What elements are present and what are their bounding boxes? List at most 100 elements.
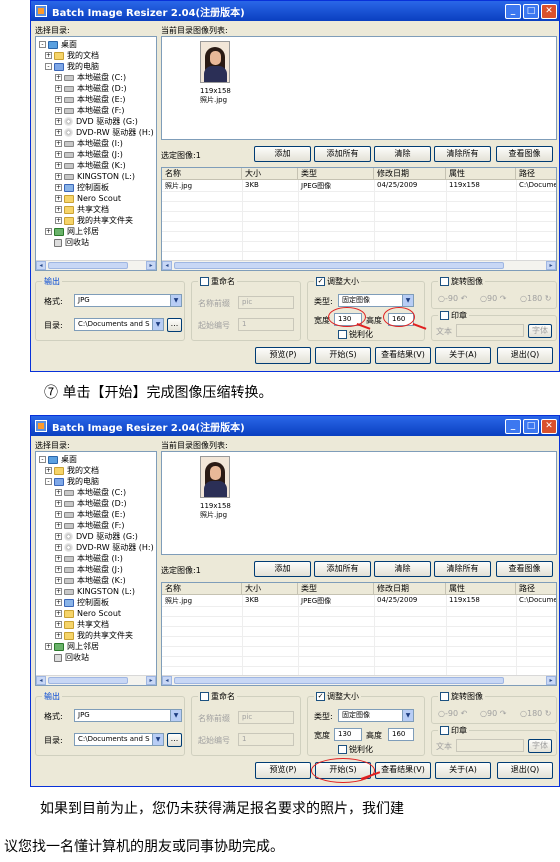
exit-button[interactable]: 退出(Q) [497, 347, 553, 364]
tree-item[interactable]: + 控制面板 [39, 182, 153, 193]
tree-item[interactable]: + Nero Scout [39, 608, 153, 619]
scroll-right-arrow[interactable]: ▸ [546, 676, 556, 685]
maximize-button[interactable]: □ [523, 3, 539, 19]
scroll-right-arrow[interactable]: ▸ [146, 676, 156, 685]
font-button[interactable]: 字体 [528, 324, 552, 338]
column-header[interactable]: 属性 [446, 583, 516, 595]
tree-hscrollbar[interactable]: ◂ ▸ [36, 260, 156, 270]
minimize-button[interactable]: _ [505, 418, 521, 434]
stamp-title[interactable]: 印章 [438, 725, 469, 736]
tree-item[interactable]: + 我的共享文件夹 [39, 215, 153, 226]
tree-item[interactable]: + 本地磁盘 (F:) [39, 105, 153, 116]
rotate-option-1[interactable]: ○-90 ↶ [438, 294, 467, 303]
tree-item[interactable]: 回收站 [39, 652, 153, 663]
close-button[interactable]: ✕ [541, 418, 557, 434]
thumbnail-photo[interactable] [200, 456, 230, 498]
tree-item[interactable]: - 桌面 [39, 39, 153, 50]
resize-checkbox[interactable]: ✓ [316, 692, 325, 701]
rotate-option-2[interactable]: ○90 ↷ [480, 709, 506, 718]
folder-tree[interactable]: - 桌面 + 我的文档 - 我的电脑 + 本地磁盘 (C:) + 本地磁盘 (D:) + 本… [35, 451, 157, 686]
rotate-option-1[interactable]: ○-90 ↶ [438, 709, 467, 718]
rename-title[interactable]: 重命名 [198, 276, 237, 287]
column-header[interactable]: 修改日期 [374, 583, 446, 595]
tree-item[interactable]: + 本地磁盘 (E:) [39, 94, 153, 105]
add-all-button[interactable]: 添加所有 [314, 561, 371, 577]
tree-item[interactable]: + 本地磁盘 (F:) [39, 520, 153, 531]
folder-tree[interactable]: - 桌面 + 我的文档 - 我的电脑 + 本地磁盘 (C:) + 本地磁盘 (D:) + 本… [35, 36, 157, 271]
tree-item[interactable]: + 我的文档 [39, 50, 153, 61]
scroll-left-arrow[interactable]: ◂ [36, 261, 46, 270]
tree-item[interactable]: + 本地磁盘 (K:) [39, 160, 153, 171]
rotate-option-3[interactable]: ○180 ↻ [520, 294, 552, 303]
clear-all-button[interactable]: 清除所有 [434, 146, 491, 162]
tree-item[interactable]: + KINGSTON (L:) [39, 171, 153, 182]
browse-button[interactable]: ... [167, 733, 182, 747]
tree-item[interactable]: + DVD-RW 驱动器 (H:) [39, 542, 154, 553]
tree-item[interactable]: + 本地磁盘 (J:) [39, 564, 153, 575]
tree-item[interactable]: + 本地磁盘 (J:) [39, 149, 153, 160]
column-header[interactable]: 类型 [298, 583, 374, 595]
tree-hscrollbar[interactable]: ◂ ▸ [36, 675, 156, 685]
tree-item[interactable]: + 本地磁盘 (C:) [39, 72, 153, 83]
view-result-button[interactable]: 查看结果(V) [375, 347, 431, 364]
clear-button[interactable]: 清除 [374, 146, 431, 162]
resize-type-select[interactable]: 固定图像 ▼ [338, 294, 414, 307]
tree-item[interactable]: + DVD 驱动器 (G:) [39, 116, 153, 127]
column-header[interactable]: 路径 [516, 583, 556, 595]
about-button[interactable]: 关于(A) [435, 762, 491, 779]
tree-item[interactable]: + 网上邻居 [39, 226, 153, 237]
clear-all-button[interactable]: 清除所有 [434, 561, 491, 577]
table-hscrollbar[interactable]: ◂ ▸ [162, 675, 556, 685]
stamp-checkbox[interactable] [440, 311, 449, 320]
start-button[interactable]: 开始(S) [315, 347, 371, 364]
stamp-text-input[interactable] [456, 324, 524, 337]
tree-item[interactable]: + 网上邻居 [39, 641, 153, 652]
tree-item[interactable]: + 本地磁盘 (K:) [39, 575, 153, 586]
view-result-button[interactable]: 查看结果(V) [375, 762, 431, 779]
sharpen-checkbox[interactable] [338, 330, 347, 339]
column-header[interactable]: 属性 [446, 168, 516, 180]
format-select[interactable]: JPG ▼ [74, 709, 182, 722]
rotate-checkbox[interactable] [440, 277, 449, 286]
tree-item[interactable]: + 本地磁盘 (E:) [39, 509, 153, 520]
column-header[interactable]: 路径 [516, 168, 556, 180]
prefix-input[interactable]: pic [238, 711, 294, 724]
clear-button[interactable]: 清除 [374, 561, 431, 577]
tree-item[interactable]: + 本地磁盘 (C:) [39, 487, 153, 498]
close-button[interactable]: ✕ [541, 3, 557, 19]
scroll-left-arrow[interactable]: ◂ [162, 261, 172, 270]
scroll-left-arrow[interactable]: ◂ [162, 676, 172, 685]
table-hscrollbar[interactable]: ◂ ▸ [162, 260, 556, 270]
directory-select[interactable]: C:\Documents and S ▼ [74, 318, 164, 331]
thumbnail-photo[interactable] [200, 41, 230, 83]
scroll-right-arrow[interactable]: ▸ [146, 261, 156, 270]
rotate-option-2[interactable]: ○90 ↷ [480, 294, 506, 303]
image-thumbnail-panel[interactable]: 119x158 照片.jpg [161, 451, 557, 555]
column-header[interactable]: 大小 [242, 168, 298, 180]
tree-item[interactable]: + 共享文档 [39, 619, 153, 630]
resize-title[interactable]: ✓ 调整大小 [314, 276, 361, 287]
tree-item[interactable]: + 本地磁盘 (D:) [39, 498, 153, 509]
rotate-title[interactable]: 旋转图像 [438, 276, 485, 287]
about-button[interactable]: 关于(A) [435, 347, 491, 364]
tree-item[interactable]: + Nero Scout [39, 193, 153, 204]
rotate-checkbox[interactable] [440, 692, 449, 701]
resize-title[interactable]: ✓ 调整大小 [314, 691, 361, 702]
tree-item[interactable]: - 我的电脑 [39, 476, 153, 487]
exit-button[interactable]: 退出(Q) [497, 762, 553, 779]
rotate-title[interactable]: 旋转图像 [438, 691, 485, 702]
file-table[interactable]: 名称 大小 类型 修改日期 属性 路径 照片.jpg 3KB JPEG图像 04… [161, 582, 557, 686]
scroll-thumb[interactable] [48, 677, 128, 684]
tree-item[interactable]: + 控制面板 [39, 597, 153, 608]
add-button[interactable]: 添加 [254, 146, 311, 162]
file-table[interactable]: 名称 大小 类型 修改日期 属性 路径 照片.jpg 3KB JPEG图像 04… [161, 167, 557, 271]
tree-item[interactable]: + 我的共享文件夹 [39, 630, 153, 641]
resize-checkbox[interactable]: ✓ [316, 277, 325, 286]
tree-item[interactable]: + KINGSTON (L:) [39, 586, 153, 597]
tree-item[interactable]: + 本地磁盘 (I:) [39, 138, 153, 149]
scroll-right-arrow[interactable]: ▸ [546, 261, 556, 270]
column-header[interactable]: 名称 [162, 168, 242, 180]
tree-item[interactable]: + 本地磁盘 (I:) [39, 553, 153, 564]
sharpen-option[interactable]: 锐利化 [338, 744, 373, 755]
start-number-input[interactable]: 1 [238, 733, 294, 746]
